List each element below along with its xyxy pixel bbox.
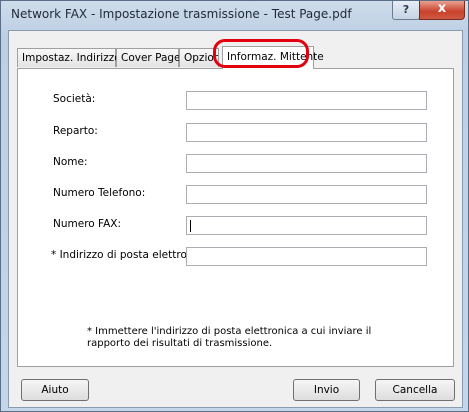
send-button[interactable]: Invio (293, 379, 360, 401)
text-caret (190, 220, 191, 232)
email-field[interactable] (186, 247, 427, 266)
help-button[interactable]: Aiuto (21, 379, 89, 401)
societa-field[interactable] (186, 91, 427, 110)
tab-informaz-mittente[interactable]: Informaz. Mittente (222, 46, 324, 69)
cancel-button[interactable]: Cancella (375, 379, 455, 401)
numero-fax-label: Numero FAX: (53, 218, 122, 230)
numero-fax-field[interactable] (186, 216, 427, 235)
window-title: Network FAX - Impostazione trasmissione … (11, 7, 352, 21)
help-icon[interactable]: ? (392, 1, 420, 20)
tab-panel-informaz-mittente: Società: Reparto: Nome: Numero Telefono:… (17, 68, 454, 367)
close-icon[interactable]: x (419, 1, 465, 20)
societa-label: Società: (53, 93, 96, 105)
tab-cover-page[interactable]: Cover Page (116, 48, 181, 67)
email-note: * Immettere l'indirizzo di posta elettro… (87, 326, 372, 349)
reparto-field[interactable] (186, 123, 427, 142)
dialog-body: Impostaz. Indirizzo Cover Page Opzior In… (8, 30, 463, 408)
nome-field[interactable] (186, 154, 427, 173)
tab-impostaz-indirizzo[interactable]: Impostaz. Indirizzo (17, 48, 121, 67)
reparto-label: Reparto: (53, 125, 98, 137)
title-bar[interactable]: Network FAX - Impostazione trasmissione … (1, 1, 468, 27)
tab-strip: Impostaz. Indirizzo Cover Page Opzior In… (17, 46, 457, 69)
tab-opzioni[interactable]: Opzior (179, 48, 219, 67)
nome-label: Nome: (53, 156, 88, 168)
dialog-window: Network FAX - Impostazione trasmissione … (0, 0, 469, 412)
numero-telefono-label: Numero Telefono: (53, 187, 146, 199)
numero-telefono-field[interactable] (186, 185, 427, 204)
